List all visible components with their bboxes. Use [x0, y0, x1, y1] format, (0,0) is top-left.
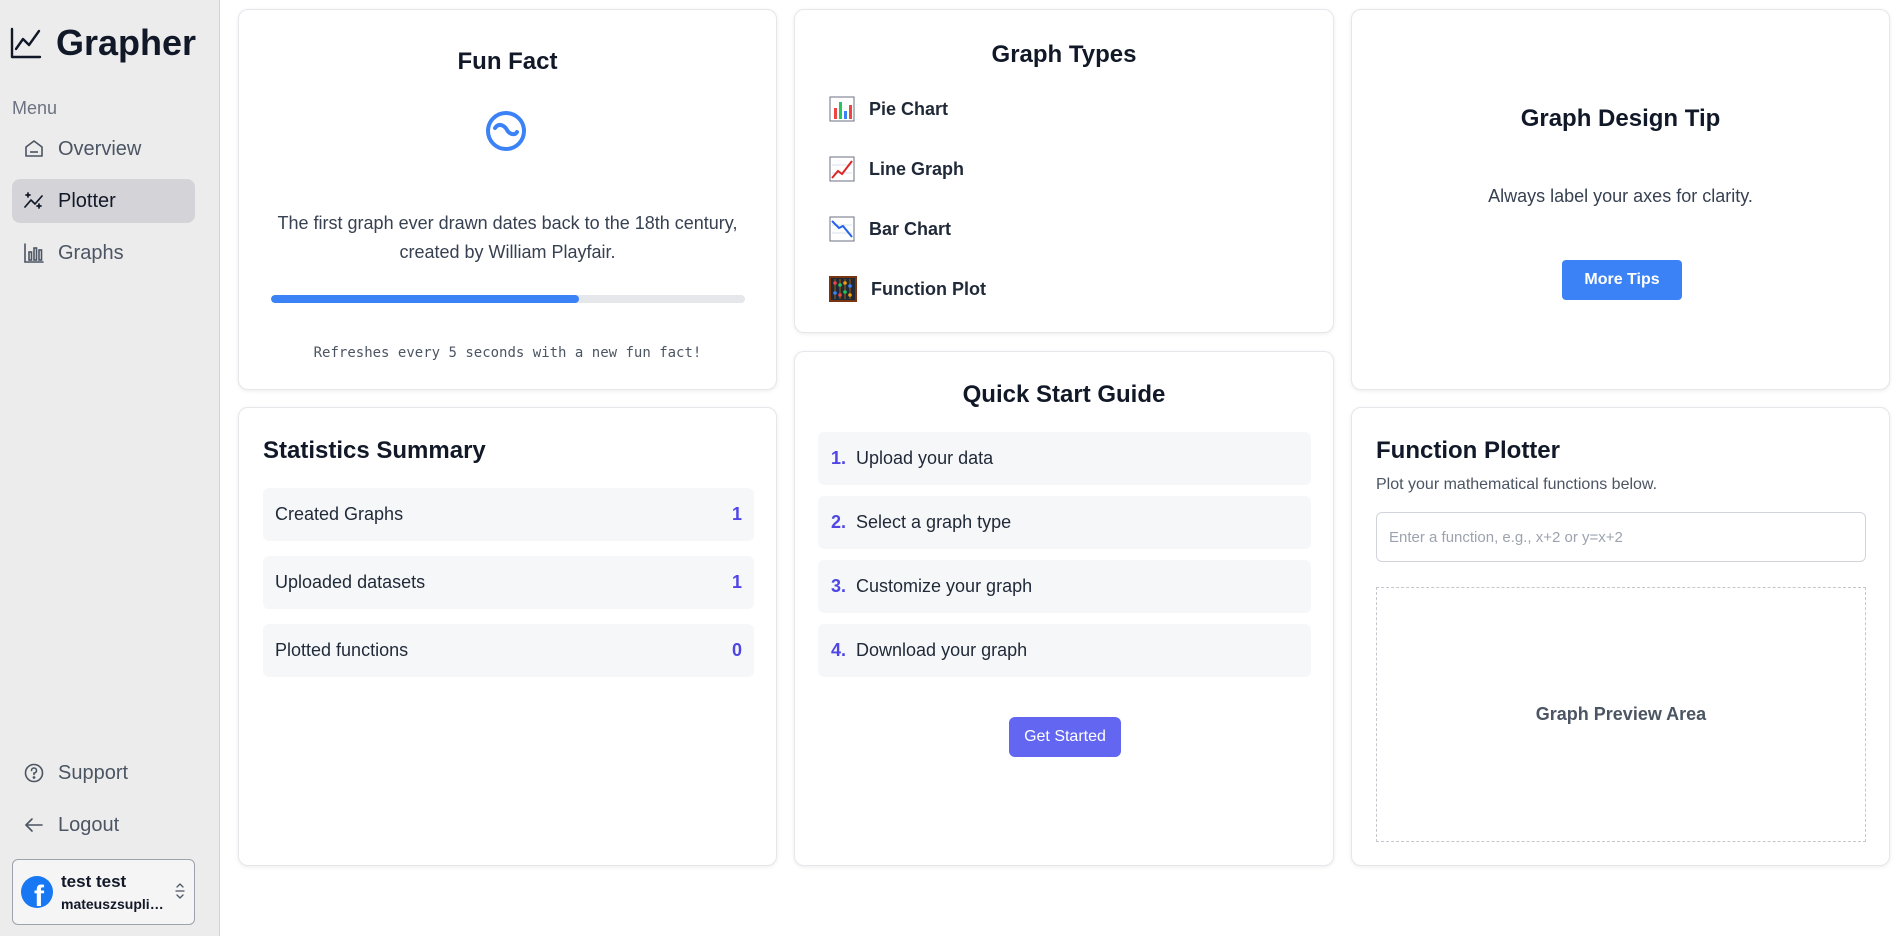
stat-label: Uploaded datasets: [275, 572, 426, 592]
stat-value: 0: [731, 640, 742, 660]
user-account-switcher[interactable]: f test test mateuszsuplic...: [12, 859, 195, 925]
preview-label: Graph Preview Area: [1535, 704, 1707, 724]
help-circle-icon: [24, 763, 44, 783]
stat-row-uploaded-datasets: Uploaded datasets 1: [263, 556, 754, 609]
graph-type-pie-chart[interactable]: Pie Chart: [829, 96, 948, 122]
sidebar: Grapher Menu Overview Plotter Graphs Sup…: [0, 0, 220, 936]
chevrons-up-down-icon: [174, 882, 186, 903]
user-email: mateuszsuplic...: [61, 896, 166, 912]
step-number: 1.: [831, 448, 847, 468]
graph-type-bar-chart[interactable]: Bar Chart: [829, 216, 951, 242]
sidebar-item-label: Graphs: [58, 241, 124, 264]
bar-chart-icon: [24, 243, 44, 263]
line-chart-icon: [10, 27, 42, 59]
chart-decreasing-icon: [829, 216, 855, 242]
get-started-button[interactable]: Get Started: [1009, 717, 1121, 757]
fun-fact-footnote: Refreshes every 5 seconds with a new fun…: [313, 345, 702, 361]
home-icon: [24, 139, 44, 159]
function-plotter-card: Function Plotter Plot your mathematical …: [1351, 407, 1890, 866]
sidebar-item-plotter[interactable]: Plotter: [12, 179, 195, 223]
graph-type-line-graph[interactable]: Line Graph: [829, 156, 964, 182]
design-tip-title: Graph Design Tip: [1520, 105, 1721, 132]
chart-increasing-icon: [829, 156, 855, 182]
sidebar-item-label: Overview: [58, 137, 142, 160]
graph-preview-area[interactable]: Graph Preview Area: [1376, 587, 1866, 842]
step-number: 2.: [831, 512, 847, 532]
step-number: 4.: [831, 640, 847, 660]
step-label: Upload your data: [856, 448, 994, 468]
guide-step: 4. Download your graph: [818, 624, 1311, 677]
statistics-summary-card: Statistics Summary Created Graphs 1 Uplo…: [238, 407, 777, 866]
fun-fact-title: Fun Fact: [457, 48, 558, 75]
stat-row-plotted-functions: Plotted functions 0: [263, 624, 754, 677]
fact-refresh-progress: [271, 295, 745, 303]
facebook-icon: f: [21, 876, 53, 908]
fun-fact-text: The first graph ever drawn dates back to…: [277, 213, 738, 262]
bar-chart-emoji-icon: [829, 96, 855, 122]
sidebar-item-graphs[interactable]: Graphs: [12, 231, 195, 275]
stat-label: Created Graphs: [275, 504, 404, 524]
user-name: test test: [61, 872, 127, 891]
stats-title: Statistics Summary: [263, 437, 486, 464]
user-info: test test mateuszsuplic...: [61, 872, 166, 912]
step-label: Customize your graph: [856, 576, 1033, 596]
sparkle-chart-icon: [24, 191, 44, 211]
quick-start-guide-card: Quick Start Guide 1. Upload your data 2.…: [794, 351, 1334, 866]
graph-types-card: Graph Types Pie Chart Line Graph Bar Cha…: [794, 9, 1334, 333]
arrow-left-icon: [24, 815, 44, 835]
abacus-icon: [829, 276, 857, 302]
graph-type-function-plot[interactable]: Function Plot: [829, 276, 986, 302]
graph-type-label: Function Plot: [871, 278, 986, 299]
quick-start-title: Quick Start Guide: [962, 381, 1166, 408]
loading-spinner-icon: [485, 110, 527, 157]
guide-step: 2. Select a graph type: [818, 496, 1311, 549]
guide-step: 1. Upload your data: [818, 432, 1311, 485]
step-label: Select a graph type: [856, 512, 1012, 532]
graph-type-label: Line Graph: [869, 158, 965, 179]
sidebar-item-support[interactable]: Support: [12, 751, 195, 795]
brand[interactable]: Grapher: [10, 22, 196, 64]
app-title: Grapher: [56, 22, 197, 63]
stat-label: Plotted functions: [275, 640, 409, 660]
design-tip-text: Always label your axes for clarity.: [1488, 186, 1753, 206]
progress-fill: [271, 295, 580, 303]
guide-step: 3. Customize your graph: [818, 560, 1311, 613]
sidebar-item-label: Support: [58, 761, 129, 784]
sidebar-item-overview[interactable]: Overview: [12, 127, 195, 171]
step-label: Download your graph: [856, 640, 1028, 660]
fun-fact-card: Fun Fact The first graph ever drawn date…: [238, 9, 777, 390]
sidebar-item-label: Plotter: [58, 189, 116, 212]
graph-type-label: Bar Chart: [869, 218, 952, 239]
graph-type-label: Pie Chart: [869, 98, 949, 119]
menu-label: Menu: [12, 98, 58, 118]
graph-design-tip-card: Graph Design Tip Always label your axes …: [1351, 9, 1890, 390]
plotter-subtitle: Plot your mathematical functions below.: [1376, 476, 1658, 493]
step-number: 3.: [831, 576, 847, 596]
sidebar-item-logout[interactable]: Logout: [12, 803, 195, 847]
graph-types-title: Graph Types: [991, 41, 1137, 68]
plotter-title: Function Plotter: [1376, 437, 1560, 464]
sidebar-item-label: Logout: [58, 813, 120, 836]
stat-value: 1: [731, 572, 742, 592]
stat-row-created-graphs: Created Graphs 1: [263, 488, 754, 541]
more-tips-button[interactable]: More Tips: [1562, 260, 1682, 300]
stat-value: 1: [731, 504, 742, 524]
function-input[interactable]: [1376, 512, 1866, 562]
